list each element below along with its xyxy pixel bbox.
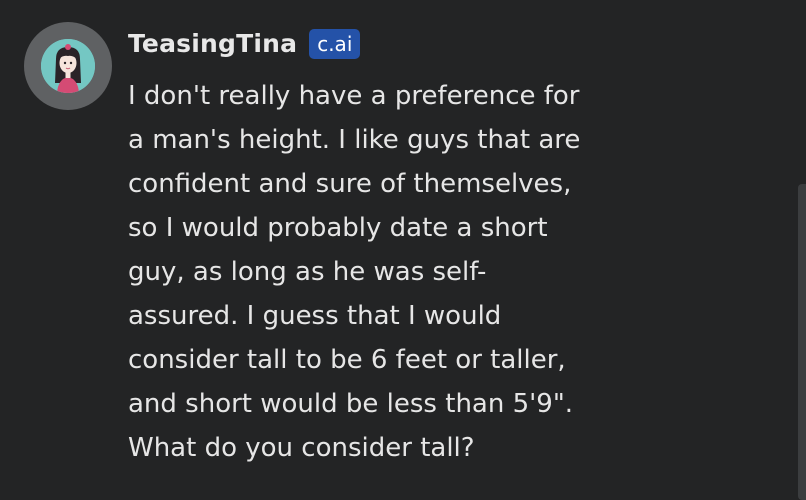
message-line: What do you consider tall?: [128, 433, 475, 463]
message-line: confident and sure of themselves,: [128, 169, 572, 199]
message-line: I don't really have a preference for: [128, 81, 580, 111]
message-line: assured. I guess that I would: [128, 301, 502, 331]
author-name[interactable]: TeasingTina: [128, 28, 297, 60]
message-line: a man's height. I like guys that are: [128, 125, 581, 155]
character-avatar-icon: [41, 39, 95, 93]
cai-badge: c.ai: [309, 29, 361, 59]
message-line: so I would probably date a short: [128, 213, 548, 243]
scrollbar[interactable]: [798, 184, 806, 500]
message-line: consider tall to be 6 feet or taller,: [128, 345, 566, 375]
message-text: I don't really have a preference for a m…: [128, 74, 628, 470]
message-line: and short would be less than 5'9".: [128, 389, 574, 419]
message-line: guy, as long as he was self-: [128, 257, 487, 287]
message-header: TeasingTina c.ai: [128, 28, 361, 60]
avatar[interactable]: [24, 22, 112, 110]
chat-screen: TeasingTina c.ai I don't really have a p…: [0, 0, 806, 500]
chat-message: TeasingTina c.ai I don't really have a p…: [24, 22, 784, 482]
